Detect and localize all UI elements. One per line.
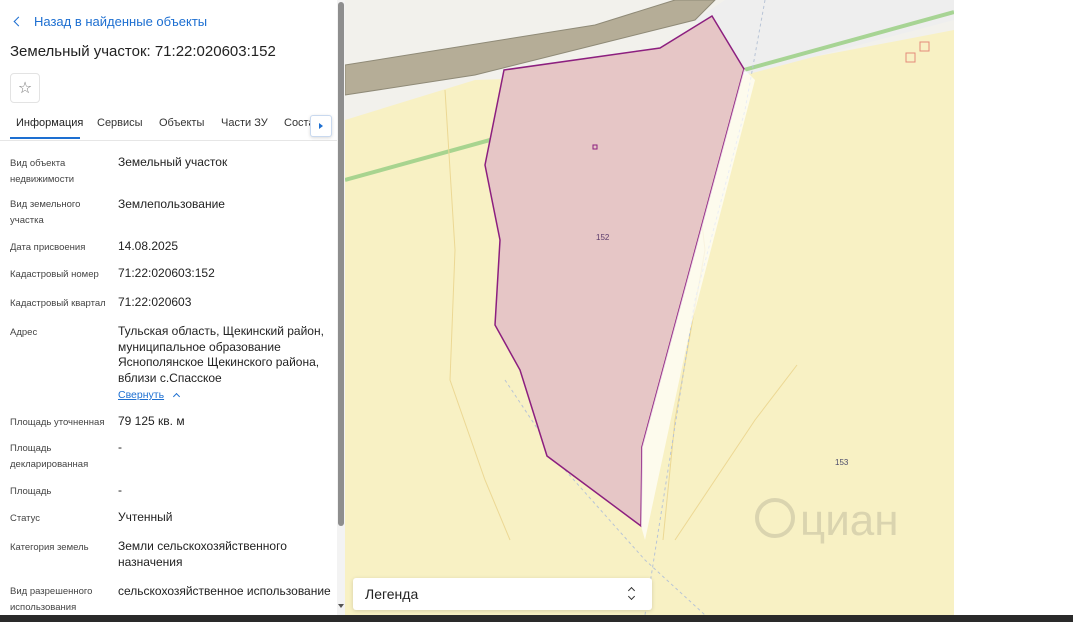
row-label-area-specified: Площадь уточненная	[10, 417, 105, 428]
row-label-cadastral-quarter: Кадастровый квартал	[10, 298, 106, 309]
tab-objects[interactable]: Объекты	[159, 117, 204, 129]
active-tab-indicator	[10, 137, 80, 139]
row-value-area-specified: 79 125 кв. м	[118, 414, 185, 428]
scroll-down-arrow-icon[interactable]	[338, 604, 344, 608]
watermark-text: циан	[800, 496, 899, 545]
tab-information[interactable]: Информация	[16, 117, 83, 129]
row-label-assign-date: Дата присвоения	[10, 242, 86, 253]
row-label-land-category: Категория земель	[10, 542, 89, 553]
row-label-cadastral-number: Кадастровый номер	[10, 269, 99, 280]
row-label-parcel-type: Вид земельного участка	[10, 199, 81, 226]
legend-label: Легенда	[365, 586, 419, 602]
collapse-address-link[interactable]: Свернуть	[118, 389, 181, 401]
tabs-scroll-right-button[interactable]	[310, 115, 332, 137]
row-value-land-category: Земли сельскохозяйственного назначения	[118, 539, 287, 569]
parcel-153-label: 153	[835, 458, 849, 467]
row-value-assign-date: 14.08.2025	[118, 239, 179, 253]
panel-scrollbar[interactable]	[337, 0, 345, 615]
chevron-up-icon	[173, 392, 181, 401]
parcel-152-label: 152	[596, 233, 610, 242]
tab-services[interactable]: Сервисы	[97, 117, 143, 129]
page-title: Земельный участок: 71:22:020603:152	[10, 43, 276, 60]
row-value-status: Учтенный	[118, 510, 173, 524]
row-value-cadastral-number: 71:22:020603:152	[118, 266, 215, 280]
star-icon: ☆	[17, 80, 33, 97]
legend-dropdown[interactable]: Легенда	[353, 578, 652, 610]
row-label-status: Статус	[10, 513, 41, 524]
row-label-area-declared: Площадь декларированная	[10, 443, 89, 470]
chevron-up-down-icon	[627, 586, 637, 602]
row-value-address: Тульская область, Щекинский район, муниц…	[118, 324, 324, 385]
row-label-object-type: Вид объекта недвижимости	[10, 158, 75, 185]
tab-parcel-parts[interactable]: Части ЗУ	[221, 117, 268, 129]
object-info-panel: Назад в найденные объекты Земельный учас…	[0, 0, 337, 615]
row-value-cadastral-quarter: 71:22:020603	[118, 295, 192, 309]
chevron-left-icon	[13, 16, 24, 27]
back-to-results-link[interactable]: Назад в найденные объекты	[12, 14, 207, 29]
favorite-button[interactable]: ☆	[10, 73, 40, 103]
row-label-address: Адрес	[10, 327, 38, 338]
collapse-link-label: Свернуть	[118, 389, 165, 401]
row-label-area: Площадь	[10, 486, 52, 497]
back-link-label: Назад в найденные объекты	[34, 14, 208, 29]
chevron-right-icon	[319, 123, 323, 129]
row-value-parcel-type: Землепользование	[118, 197, 225, 211]
blank-area	[954, 0, 1073, 615]
taskbar	[0, 615, 1073, 622]
row-value-area: -	[118, 483, 122, 497]
row-value-object-type: Земельный участок	[118, 155, 228, 169]
map-canvas[interactable]: 152 153 циан	[345, 0, 954, 615]
row-value-permitted-use: сельскохозяйственное использование	[118, 584, 331, 598]
cadastral-map[interactable]: 152 153 циан	[345, 0, 954, 615]
row-value-area-declared: -	[118, 440, 122, 454]
row-label-permitted-use: Вид разрешенного использования	[10, 586, 93, 613]
scrollbar-thumb[interactable]	[338, 2, 344, 526]
tab-bar: Информация Сервисы Объекты Части ЗУ Сост…	[0, 114, 337, 141]
